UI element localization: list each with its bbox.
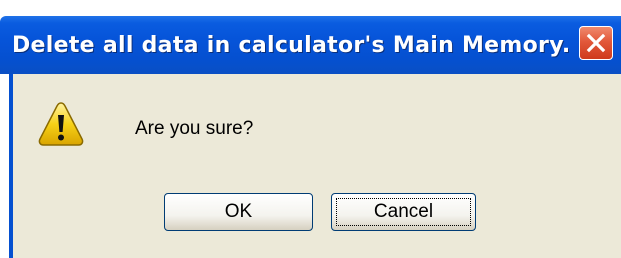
close-button[interactable] (579, 26, 613, 60)
ok-button-label: OK (224, 201, 253, 222)
dialog-message: Are you sure? (135, 118, 254, 139)
confirm-dialog: Delete all data in calculator's Main Mem… (0, 0, 621, 258)
dialog-body: Are you sure? OK Cancel (9, 74, 621, 258)
cancel-button-label: Cancel (373, 201, 434, 222)
warning-icon (38, 102, 84, 146)
dialog-title: Delete all data in calculator's Main Mem… (12, 33, 571, 58)
close-icon (586, 33, 606, 53)
dialog-titlebar[interactable]: Delete all data in calculator's Main Mem… (0, 16, 621, 74)
cancel-button[interactable]: Cancel (331, 193, 476, 231)
ok-button[interactable]: OK (164, 193, 313, 231)
